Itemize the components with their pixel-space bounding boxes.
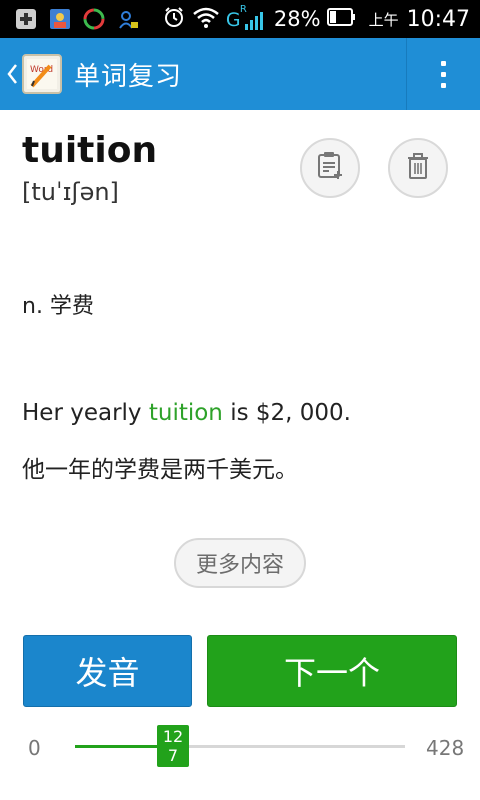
page-title: 单词复习 — [74, 62, 183, 92]
example-text: is $2, 000. — [222, 400, 351, 426]
more-content-button[interactable]: 更多内容 — [174, 538, 306, 588]
example-text: Her yearly — [22, 400, 149, 426]
word-phonetic: [tuˈɪʃən] — [22, 178, 119, 206]
example-sentence-cn: 他一年的学费是两千美元。 — [22, 457, 298, 483]
note-add-icon — [315, 151, 345, 185]
overflow-menu-button[interactable] — [407, 38, 480, 110]
person-wifi-icon — [116, 7, 140, 31]
alarm-icon — [162, 5, 186, 33]
battery-percent: 28% — [273, 7, 321, 31]
word-meaning: n. 学费 — [22, 294, 94, 319]
progress-min-label: 0 — [28, 736, 41, 760]
wifi-icon — [192, 5, 220, 33]
app-logo-icon[interactable]: Word — [22, 54, 62, 94]
app-swirl-icon — [82, 7, 106, 31]
status-system: G R 28% 上午 10:47 — [162, 4, 470, 34]
example-highlight-word: tuition — [148, 400, 223, 426]
progress-thumb[interactable]: 12 7 — [157, 725, 189, 767]
progress-value: 7 — [167, 746, 179, 765]
pronounce-button[interactable]: 发音 — [23, 635, 192, 707]
status-bar: G R 28% 上午 10:47 — [0, 0, 480, 38]
back-chevron-icon[interactable] — [4, 60, 20, 88]
trash-icon — [403, 151, 433, 185]
clock: 10:47 — [406, 6, 470, 32]
progress-max-label: 428 — [426, 736, 465, 760]
next-word-button[interactable]: 下一个 — [207, 635, 457, 707]
plus-box-icon — [14, 7, 38, 31]
network-type-label: G — [225, 9, 241, 31]
action-bar: Word 单词复习 — [0, 38, 480, 110]
status-notifications — [14, 7, 140, 31]
progress-value: 12 — [162, 727, 184, 746]
signal-icon: G R — [225, 4, 268, 33]
word-title: tuition — [22, 130, 158, 171]
time-period: 上午 — [368, 10, 399, 29]
overflow-dot-icon — [441, 82, 446, 88]
add-note-button[interactable] — [300, 138, 360, 198]
contact-card-icon — [48, 7, 72, 31]
overflow-dot-icon — [441, 60, 446, 66]
example-sentence-en: Her yearly tuition is $2, 000. — [22, 400, 351, 426]
progress-slider[interactable]: 12 7 — [75, 725, 405, 767]
overflow-dot-icon — [441, 71, 446, 77]
battery-icon — [326, 6, 357, 32]
delete-word-button[interactable] — [388, 138, 448, 198]
